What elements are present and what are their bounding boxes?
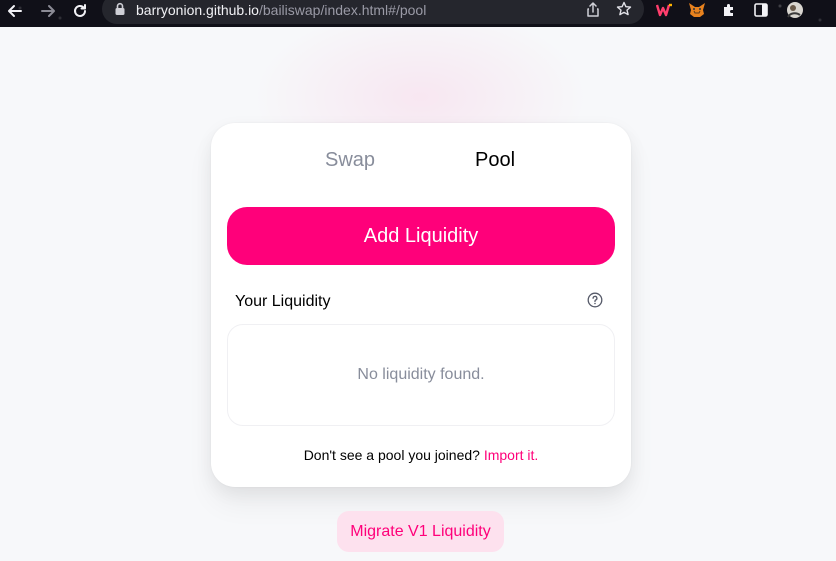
import-prompt: Don't see a pool you joined? bbox=[303, 447, 484, 463]
lock-icon[interactable] bbox=[114, 2, 126, 21]
arrow-right-icon[interactable] bbox=[37, 0, 59, 22]
migrate-v1-liquidity-button[interactable]: Migrate V1 Liquidity bbox=[337, 511, 504, 552]
puzzle-extensions-icon[interactable] bbox=[720, 1, 738, 19]
star-icon[interactable] bbox=[616, 1, 632, 22]
tab-pool[interactable]: Pool bbox=[475, 149, 515, 172]
pool-card: Swap Pool Add Liquidity Your Liquidity N… bbox=[211, 123, 631, 487]
your-liquidity-heading: Your Liquidity bbox=[235, 293, 331, 310]
url-path: /bailiswap/index.html#/pool bbox=[258, 2, 427, 18]
arrow-left-icon[interactable] bbox=[4, 0, 26, 22]
question-circle-icon[interactable] bbox=[587, 292, 603, 308]
reload-icon[interactable] bbox=[69, 0, 91, 22]
sidebar-icon[interactable] bbox=[752, 1, 770, 19]
profile-avatar-icon[interactable] bbox=[784, 1, 806, 19]
browser-toolbar: barryonion.github.io/bailiswap/index.htm… bbox=[0, 0, 836, 27]
empty-state-text: No liquidity found. bbox=[357, 366, 485, 383]
add-liquidity-button[interactable]: Add Liquidity bbox=[227, 207, 615, 265]
swap-pool-tabs: Swap Pool bbox=[211, 149, 631, 179]
import-pool-row: Don't see a pool you joined? Import it. bbox=[211, 447, 631, 463]
app-page: Swap Pool Add Liquidity Your Liquidity N… bbox=[0, 27, 836, 561]
import-pool-link[interactable]: Import it. bbox=[484, 447, 538, 463]
liquidity-list-empty: No liquidity found. bbox=[227, 324, 615, 426]
url-text: barryonion.github.io/bailiswap/index.htm… bbox=[136, 2, 426, 18]
share-icon[interactable] bbox=[586, 2, 600, 22]
url-host: barryonion.github.io bbox=[136, 2, 259, 18]
w-extension-icon[interactable] bbox=[656, 1, 674, 19]
address-bar[interactable]: barryonion.github.io/bailiswap/index.htm… bbox=[102, 0, 644, 24]
metamask-fox-icon[interactable] bbox=[688, 1, 706, 19]
tab-swap[interactable]: Swap bbox=[325, 149, 375, 172]
